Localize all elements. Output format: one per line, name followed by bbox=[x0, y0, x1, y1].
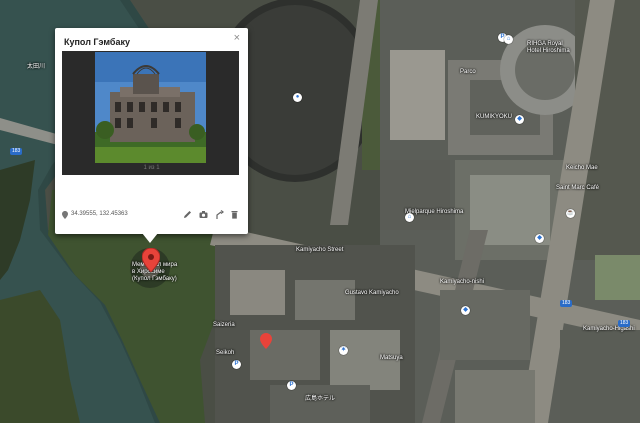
shop-icon[interactable]: ◆ bbox=[515, 115, 524, 124]
shop-icon[interactable]: ◆ bbox=[461, 306, 470, 315]
parco-label[interactable]: Parco bbox=[460, 69, 476, 76]
hotel-icon[interactable]: ⌂ bbox=[405, 213, 414, 222]
parking-icon[interactable]: P bbox=[232, 360, 241, 369]
gustavo-label[interactable]: Gustavo Kamiyacho bbox=[345, 290, 399, 297]
popup-title: Купол Гэмбаку bbox=[64, 37, 130, 47]
popup-footer: 34.39555, 132.45363 bbox=[62, 210, 241, 222]
cafe-icon[interactable]: ☕ bbox=[566, 209, 575, 218]
kamiyacho-west-label[interactable]: Kamiyacho-nishi bbox=[440, 279, 484, 286]
directions-icon[interactable] bbox=[215, 210, 224, 219]
route-badge: 183 bbox=[560, 300, 573, 307]
kamiyacho-east-label[interactable]: Kamiyacho-Higashi bbox=[583, 326, 635, 333]
hotel-icon[interactable]: ⌂ bbox=[504, 35, 513, 44]
park-icon[interactable]: ● bbox=[293, 93, 302, 102]
place-marker-icon[interactable] bbox=[260, 333, 272, 349]
restaurant-icon[interactable]: ✶ bbox=[339, 346, 348, 355]
hotel-label[interactable]: 広島ホテル bbox=[305, 396, 335, 403]
river-label: 太田川 bbox=[27, 64, 46, 70]
seikoh-label[interactable]: Seikoh bbox=[216, 350, 234, 357]
delete-icon[interactable] bbox=[230, 210, 239, 219]
photo-viewer[interactable] bbox=[62, 51, 239, 175]
place-photo[interactable] bbox=[95, 52, 206, 163]
selected-place-marker-icon[interactable] bbox=[142, 248, 160, 272]
camera-icon[interactable] bbox=[199, 210, 208, 219]
kumikyoku-label[interactable]: KUMIKYOKU bbox=[476, 114, 512, 121]
popup-pointer bbox=[142, 233, 158, 243]
place-info-popup: Купол Гэмбаку × 1 из 1 34.39555, 132.453… bbox=[55, 28, 248, 234]
route-badge: 183 bbox=[618, 320, 631, 327]
keicho-label[interactable]: Keicho Mae bbox=[566, 165, 598, 172]
parking-icon[interactable]: P bbox=[287, 381, 296, 390]
mielparque-label[interactable]: Mielparque Hiroshima bbox=[405, 209, 463, 216]
matsuya-label[interactable]: Matsuya bbox=[380, 355, 403, 362]
location-pin-icon bbox=[62, 211, 68, 219]
photo-counter: 1 из 1 bbox=[143, 165, 160, 171]
shop-icon[interactable]: ◆ bbox=[535, 234, 544, 243]
cafe-label[interactable]: Saint Marc Café bbox=[556, 185, 599, 192]
edit-icon[interactable] bbox=[183, 210, 192, 219]
route-badge: 183 bbox=[10, 148, 23, 155]
kamiyacho-street-label: Kamiyacho Street bbox=[296, 247, 344, 253]
close-icon[interactable]: × bbox=[234, 32, 240, 44]
saizeria-label[interactable]: Saizeria bbox=[213, 322, 235, 329]
rihga-label[interactable]: RIHGA Royal Hotel Hiroshima bbox=[527, 41, 570, 55]
coordinates-text: 34.39555, 132.45363 bbox=[71, 211, 128, 217]
